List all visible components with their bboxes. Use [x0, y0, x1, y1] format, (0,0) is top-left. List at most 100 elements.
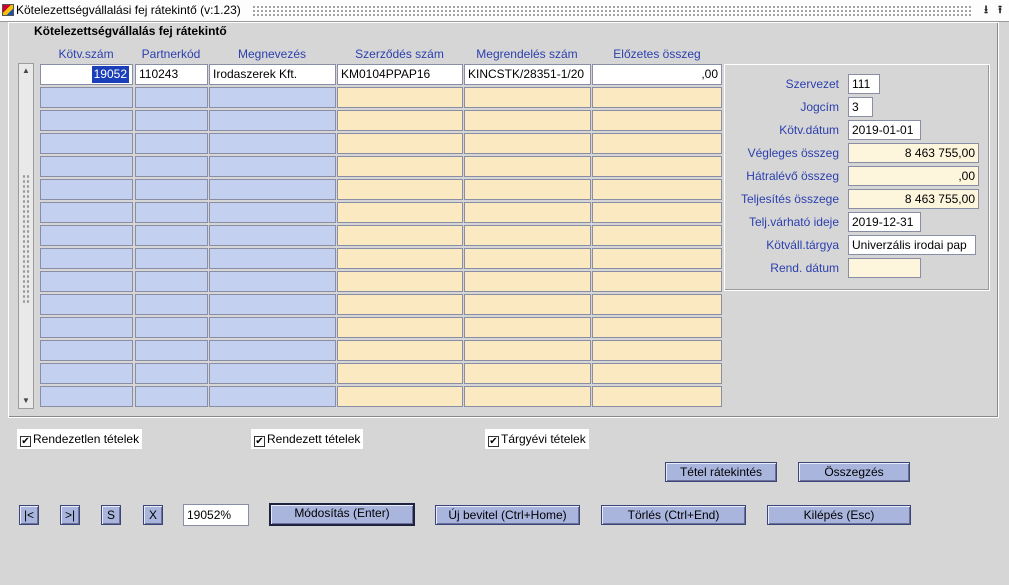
grid-cell[interactable] — [337, 317, 463, 338]
scroll-thumb[interactable] — [22, 174, 30, 304]
grid-cell[interactable] — [209, 340, 336, 361]
grid-cell[interactable] — [209, 294, 336, 315]
grid-cell[interactable] — [209, 202, 336, 223]
grid-cell[interactable] — [464, 317, 591, 338]
grid-cell[interactable] — [209, 179, 336, 200]
check-icon[interactable]: ✔ — [254, 436, 265, 447]
grid-cell[interactable] — [592, 87, 722, 108]
grid-cell[interactable] — [337, 340, 463, 361]
grid-cell[interactable] — [592, 386, 722, 407]
grid-cell[interactable] — [40, 179, 133, 200]
grid-cell[interactable] — [337, 248, 463, 269]
kotvall-targya-field[interactable]: Univerzális irodai pap — [848, 235, 976, 255]
grid-cell[interactable] — [592, 202, 722, 223]
last-record-button[interactable]: >| — [60, 505, 80, 525]
grid-cell[interactable] — [337, 110, 463, 131]
grid-cell[interactable] — [135, 363, 208, 384]
grid-cell[interactable] — [464, 202, 591, 223]
grid-cell[interactable] — [592, 179, 722, 200]
grid-cell[interactable] — [209, 156, 336, 177]
scroll-up-icon[interactable]: ▲ — [19, 64, 33, 78]
minimize-icon[interactable]: ⭳ — [979, 3, 993, 17]
grid-cell[interactable] — [337, 294, 463, 315]
grid-cell[interactable] — [464, 248, 591, 269]
grid-cell[interactable] — [40, 294, 133, 315]
grid-cell[interactable] — [592, 110, 722, 131]
grid-cell[interactable] — [209, 271, 336, 292]
vegleges-osszeg-field[interactable]: 8 463 755,00 — [848, 143, 979, 163]
first-record-button[interactable]: |< — [19, 505, 39, 525]
grid-cell[interactable] — [40, 363, 133, 384]
grid-cell[interactable] — [592, 363, 722, 384]
rendezetlen-checkbox[interactable]: ✔ Rendezetlen tételek — [17, 429, 143, 449]
grid-cell[interactable] — [464, 133, 591, 154]
grid-cell[interactable] — [592, 133, 722, 154]
grid-cell[interactable] — [135, 340, 208, 361]
grid-cell[interactable] — [209, 363, 336, 384]
grid-cell[interactable] — [337, 202, 463, 223]
rendezett-checkbox[interactable]: ✔ Rendezett tételek — [251, 429, 364, 449]
grid-cell[interactable] — [337, 386, 463, 407]
osszegzes-button[interactable]: Összegzés — [798, 462, 910, 482]
grid-cell[interactable] — [135, 133, 208, 154]
grid-cell[interactable] — [464, 363, 591, 384]
grid-cell[interactable] — [135, 248, 208, 269]
teljesites-osszege-field[interactable]: 8 463 755,00 — [848, 189, 979, 209]
grid-cell[interactable] — [40, 156, 133, 177]
grid-cell[interactable] — [592, 156, 722, 177]
grid-cell[interactable] — [135, 294, 208, 315]
grid-cell[interactable] — [40, 202, 133, 223]
grid-cell[interactable] — [135, 386, 208, 407]
record-search-input[interactable]: 19052% — [183, 504, 249, 526]
grid-cell[interactable] — [464, 179, 591, 200]
grid-cell[interactable] — [209, 386, 336, 407]
grid-cell[interactable] — [592, 271, 722, 292]
grid-cell[interactable] — [40, 340, 133, 361]
grid-cell[interactable] — [592, 294, 722, 315]
grid-cell[interactable] — [135, 271, 208, 292]
grid-cell[interactable] — [135, 179, 208, 200]
grid-cell[interactable] — [337, 271, 463, 292]
grid-cell[interactable] — [337, 133, 463, 154]
targyevi-checkbox[interactable]: ✔ Tárgyévi tételek — [485, 429, 589, 449]
jogcim-field[interactable]: 3 — [848, 97, 873, 117]
grid-cell[interactable] — [40, 317, 133, 338]
grid-cell[interactable] — [209, 133, 336, 154]
grid-cell[interactable] — [464, 340, 591, 361]
grid-cell[interactable] — [592, 248, 722, 269]
hatralevo-osszeg-field[interactable]: ,00 — [848, 166, 979, 186]
grid-cell[interactable] — [464, 294, 591, 315]
grid-cell[interactable] — [209, 317, 336, 338]
grid-cell[interactable] — [135, 87, 208, 108]
uj-bevitel-button[interactable]: Új bevitel (Ctrl+Home) — [435, 505, 580, 525]
tetel-ratekintes-button[interactable]: Tétel rátekintés — [665, 462, 777, 482]
grid-cell[interactable] — [337, 156, 463, 177]
grid-cell[interactable] — [592, 340, 722, 361]
rend-datum-field[interactable] — [848, 258, 921, 278]
grid-cell[interactable] — [337, 363, 463, 384]
grid-cell[interactable] — [135, 156, 208, 177]
cell-elozetes-osszeg[interactable]: ,00 — [592, 64, 722, 85]
grid-cell[interactable] — [209, 248, 336, 269]
grid-cell[interactable] — [464, 225, 591, 246]
scroll-down-icon[interactable]: ▼ — [19, 394, 33, 408]
cell-kotv-szam[interactable]: 19052 — [40, 64, 133, 85]
modositas-button[interactable]: Módosítás (Enter) — [269, 503, 415, 526]
grid-cell[interactable] — [40, 271, 133, 292]
grid-cell[interactable] — [337, 179, 463, 200]
grid-cell[interactable] — [337, 87, 463, 108]
maximize-icon[interactable]: ⭱ — [993, 3, 1007, 17]
grid-cell[interactable] — [40, 87, 133, 108]
s-button[interactable]: S — [101, 505, 121, 525]
grid-cell[interactable] — [592, 317, 722, 338]
grid-cell[interactable] — [209, 225, 336, 246]
check-icon[interactable]: ✔ — [488, 436, 499, 447]
grid-cell[interactable] — [40, 110, 133, 131]
x-button[interactable]: X — [143, 505, 163, 525]
grid-cell[interactable] — [464, 110, 591, 131]
grid-scrollbar[interactable]: ▲ ▼ — [18, 63, 34, 409]
kilepes-button[interactable]: Kilépés (Esc) — [767, 505, 911, 525]
grid-cell[interactable] — [135, 202, 208, 223]
grid-cell[interactable] — [135, 110, 208, 131]
grid-cell[interactable] — [337, 225, 463, 246]
